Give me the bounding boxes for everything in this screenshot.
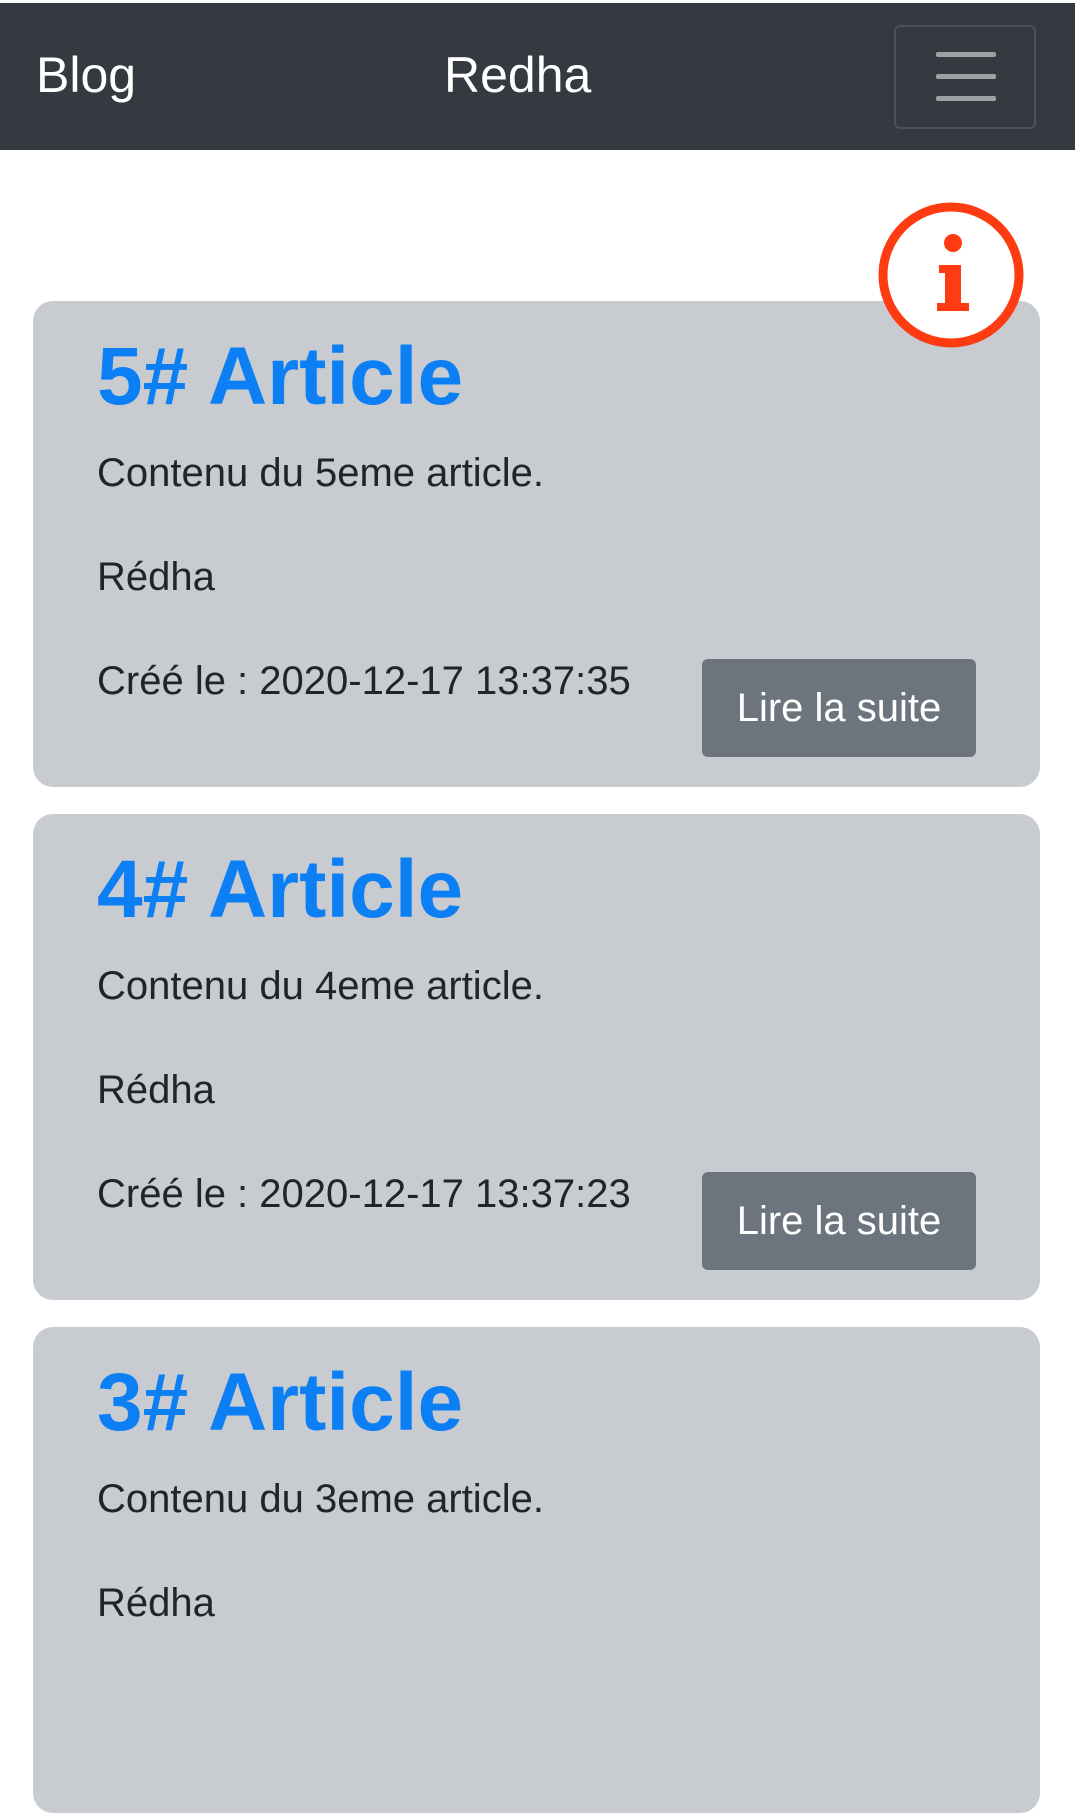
article-created-date: Créé le : 2020-12-17 13:37:23 [97, 1172, 631, 1216]
article-card: 3# Article Contenu du 3eme article. Rédh… [33, 1327, 1040, 1813]
article-author: Rédha [97, 1068, 215, 1112]
navbar-user[interactable]: Redha [444, 45, 591, 105]
read-more-button[interactable]: Lire la suite [702, 659, 976, 757]
article-card: 4# Article Contenu du 4eme article. Rédh… [33, 814, 1040, 1300]
article-content: Contenu du 5eme article. [97, 451, 544, 495]
article-created-date: Créé le : 2020-12-17 13:37:35 [97, 659, 631, 703]
article-title-link[interactable]: 5# Article [97, 329, 463, 425]
article-title-link[interactable]: 4# Article [97, 842, 463, 938]
info-circle-icon[interactable] [877, 201, 1025, 349]
article-content: Contenu du 3eme article. [97, 1477, 544, 1521]
navbar-brand[interactable]: Blog [36, 45, 136, 105]
article-card: 5# Article Contenu du 5eme article. Rédh… [33, 301, 1040, 787]
article-content: Contenu du 4eme article. [97, 964, 544, 1008]
navbar: Blog Redha [0, 0, 1075, 150]
article-author: Rédha [97, 555, 215, 599]
read-more-button[interactable]: Lire la suite [702, 1172, 976, 1270]
article-title-link[interactable]: 3# Article [97, 1355, 463, 1451]
article-author: Rédha [97, 1581, 215, 1625]
navbar-toggler-button[interactable] [894, 25, 1036, 129]
